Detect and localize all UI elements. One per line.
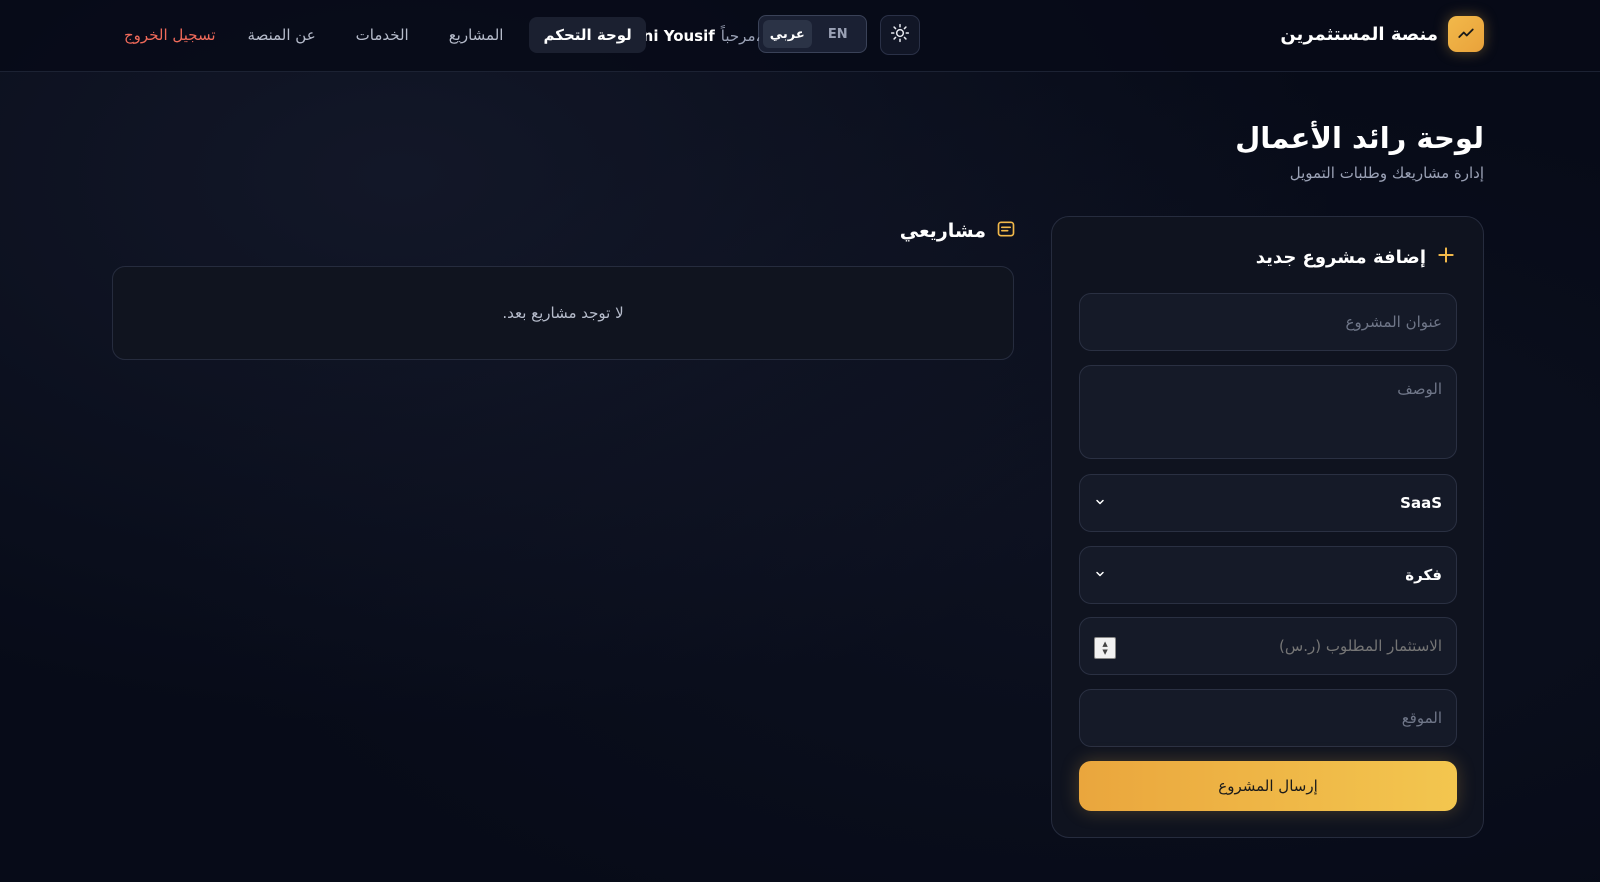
language-toggle: عربي EN [758, 15, 867, 53]
description-textarea[interactable] [1079, 365, 1457, 459]
nav-services[interactable]: الخدمات [342, 17, 423, 53]
lang-option-ar[interactable]: عربي [763, 20, 812, 48]
welcome-greeting: مرحباً، [720, 27, 761, 45]
main-nav: لوحة التحكم المشاريع الخدمات عن المنصة ت… [118, 17, 646, 53]
location-input[interactable] [1079, 689, 1457, 747]
investment-field: ▲ ▼ [1079, 617, 1457, 675]
projects-empty-state: لا توجد مشاريع بعد. [112, 266, 1014, 360]
category-value: SaaS [1400, 494, 1442, 512]
page-title: لوحة رائد الأعمال [1235, 121, 1484, 155]
add-project-form: إضافة مشروع جديد SaaS فكرة ▲ ▼ إرسال الم… [1051, 216, 1484, 838]
nav-about[interactable]: عن المنصة [234, 17, 330, 53]
number-stepper[interactable]: ▲ ▼ [1094, 637, 1116, 659]
projects-title: مشاريعي [899, 220, 986, 242]
brand-name: منصة المستثمرين [1280, 23, 1438, 45]
form-title: إضافة مشروع جديد [1255, 246, 1426, 268]
form-header: إضافة مشروع جديد [1256, 243, 1456, 271]
lang-option-en[interactable]: EN [814, 20, 863, 48]
top-navbar: منصة المستثمرين عربي EN مرحباً، Hani You… [0, 0, 1600, 72]
trend-line-icon [1448, 16, 1484, 52]
page-header: لوحة رائد الأعمال إدارة مشاريعك وطلبات ا… [1235, 118, 1484, 182]
sun-icon [890, 23, 910, 47]
brand[interactable]: منصة المستثمرين [1280, 16, 1484, 52]
stage-select[interactable]: فكرة [1079, 546, 1457, 604]
stage-value: فكرة [1405, 566, 1442, 584]
logout-link[interactable]: تسجيل الخروج [118, 17, 222, 53]
theme-toggle-button[interactable] [880, 15, 920, 55]
empty-message: لا توجد مشاريع بعد. [502, 304, 624, 322]
chevron-down-icon [1094, 566, 1106, 584]
nav-dashboard[interactable]: لوحة التحكم [529, 17, 646, 53]
projects-section-header: مشاريعي [900, 217, 1016, 245]
stepper-up-icon[interactable]: ▲ [1102, 640, 1107, 648]
nav-projects[interactable]: المشاريع [435, 17, 518, 53]
page-subtitle: إدارة مشاريعك وطلبات التمويل [1289, 164, 1484, 182]
plus-icon [1436, 245, 1456, 269]
category-select[interactable]: SaaS [1079, 474, 1457, 532]
investment-input[interactable] [1080, 618, 1456, 674]
project-title-input[interactable] [1079, 293, 1457, 351]
stepper-down-icon[interactable]: ▼ [1102, 648, 1107, 656]
submit-project-button[interactable]: إرسال المشروع [1079, 761, 1457, 811]
chevron-down-icon [1094, 494, 1106, 512]
list-icon [996, 219, 1016, 243]
